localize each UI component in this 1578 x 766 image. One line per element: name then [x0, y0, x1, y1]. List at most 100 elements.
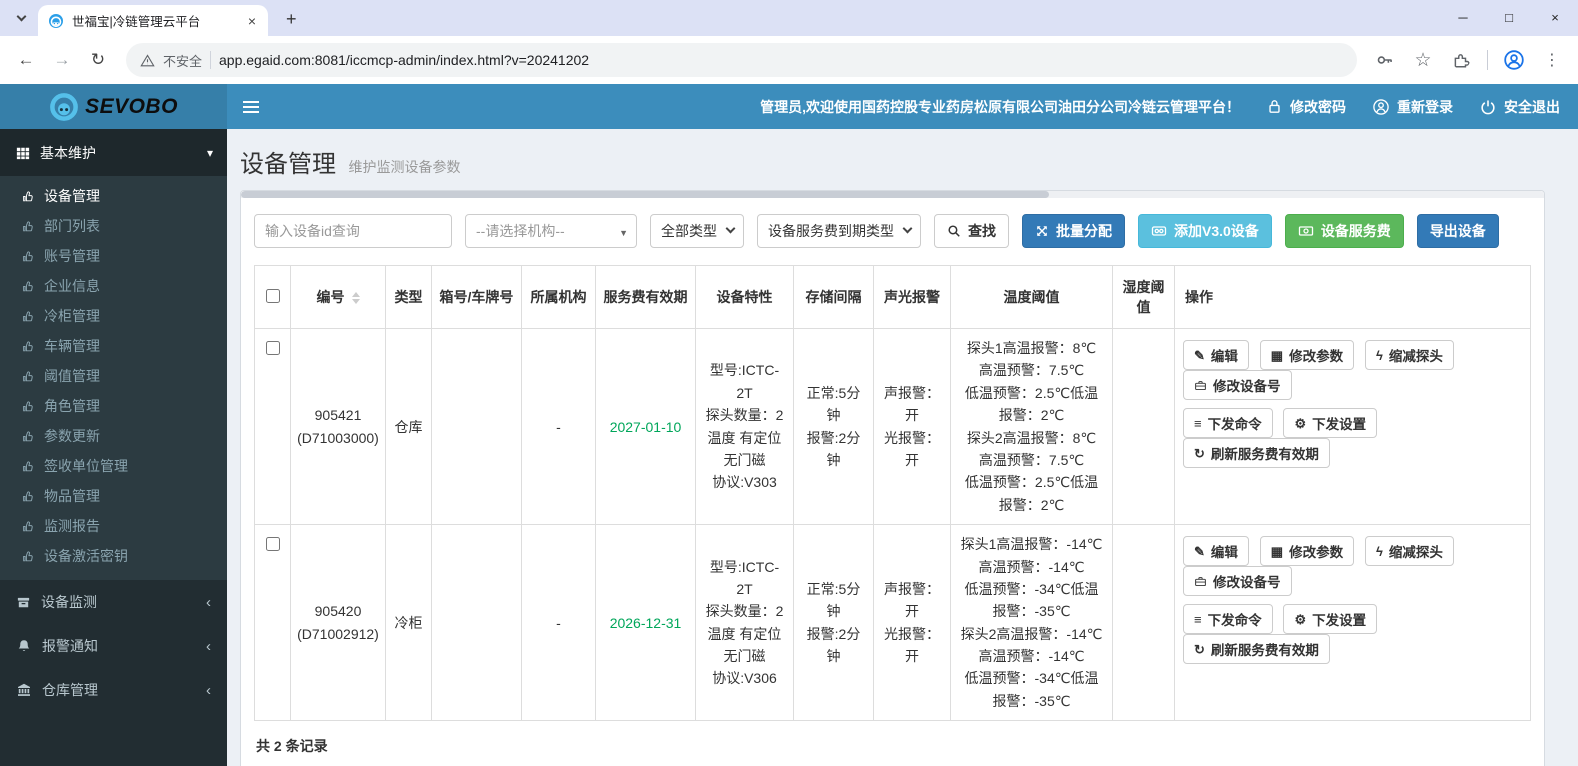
relogin-button[interactable]: 重新登录 [1372, 97, 1453, 117]
browser-tab[interactable]: 世福宝|冷链管理云平台 × [38, 5, 268, 36]
sidebar-group-warehouse-management[interactable]: 仓库管理 ‹ [0, 668, 227, 712]
content-header: 设备管理 维护监测设备参数 [227, 129, 1578, 190]
sidebar-section-basic-maintenance[interactable]: 基本维护 ▾ [0, 129, 227, 176]
sidebar-item-freezer-management[interactable]: 冷柜管理 [0, 301, 227, 331]
app-logo[interactable]: SEVOBO [0, 84, 227, 129]
edit-button[interactable]: ✎ 编辑 [1183, 536, 1249, 567]
export-device-button[interactable]: 导出设备 [1416, 214, 1499, 248]
sidebar: 基本维护 ▾ 设备管理 部门列表 账号管理 企业信息 冷柜管理 车辆管理 阈值管… [0, 129, 227, 766]
service-fee-type-select[interactable]: 设备服务费到期类型 [757, 214, 921, 248]
reload-icon[interactable]: ↻ [82, 44, 114, 76]
send-settings-button[interactable]: ⚙ 下发设置 [1283, 408, 1378, 438]
thumbs-up-icon [21, 549, 35, 563]
lock-icon [1266, 98, 1283, 115]
org-select[interactable]: --请选择机构-- ▼ [465, 214, 637, 248]
add-v3-device-button[interactable]: 添加V3.0设备 [1138, 214, 1272, 248]
sidebar-group-alarm-notification[interactable]: 报警通知 ‹ [0, 624, 227, 668]
sidebar-item-receiving-unit[interactable]: 签收单位管理 [0, 451, 227, 481]
relogin-label: 重新登录 [1397, 98, 1453, 115]
sidebar-item-role-management[interactable]: 角色管理 [0, 391, 227, 421]
tab-close-icon[interactable]: × [244, 13, 260, 29]
sidebar-item-enterprise-info[interactable]: 企业信息 [0, 271, 227, 301]
sidebar-item-activation-key[interactable]: 设备激活密钥 [0, 541, 227, 571]
org-select-value: --请选择机构-- [476, 223, 565, 239]
chevron-down-icon [902, 223, 913, 234]
change-password-button[interactable]: 修改密码 [1266, 97, 1346, 117]
modify-device-no-button[interactable]: 修改设备号 [1183, 370, 1292, 400]
sidebar-group-device-monitoring[interactable]: 设备监测 ‹ [0, 580, 227, 624]
window-close-icon[interactable]: × [1532, 0, 1578, 34]
browser-menu-kebab-icon[interactable]: ⋮ [1536, 44, 1568, 76]
refresh-service-fee-button[interactable]: ↻ 刷新服务费有效期 [1183, 634, 1330, 665]
cell-fee-valid: 2026-12-31 [595, 524, 696, 722]
bookmark-star-icon[interactable]: ☆ [1407, 44, 1439, 76]
select-all-checkbox[interactable] [265, 288, 280, 303]
sidebar-toggle-hamburger-icon[interactable] [227, 100, 275, 113]
sidebar-item-monitoring-report[interactable]: 监测报告 [0, 511, 227, 541]
modify-params-button[interactable]: ▦ 修改参数 [1259, 536, 1355, 567]
briefcase-icon [1194, 379, 1207, 392]
column-header-fee-valid: 服务费有效期 [595, 265, 696, 329]
profile-avatar-icon[interactable] [1498, 44, 1530, 76]
pencil-icon: ✎ [1194, 347, 1205, 363]
modify-device-no-button[interactable]: 修改设备号 [1183, 566, 1292, 597]
window-minimize-icon[interactable]: ─ [1440, 0, 1486, 34]
modify-params-button[interactable]: ▦ 修改参数 [1259, 340, 1355, 370]
cell-type: 冷柜 [385, 524, 432, 722]
sidebar-item-goods-management[interactable]: 物品管理 [0, 481, 227, 511]
column-header-id[interactable]: 编号 [290, 265, 386, 329]
extensions-puzzle-icon[interactable] [1445, 44, 1477, 76]
page-subtitle: 维护监测设备参数 [348, 159, 461, 175]
security-label[interactable]: 不安全 [163, 51, 202, 70]
url-text[interactable]: app.egaid.com:8081/iccmcp-admin/index.ht… [219, 52, 589, 68]
sidebar-item-vehicle-management[interactable]: 车辆管理 [0, 331, 227, 361]
horizontal-scrollbar-thumb[interactable] [241, 191, 1049, 198]
brand-name: SEVOBO [85, 94, 178, 118]
edit-button[interactable]: ✎ 编辑 [1183, 340, 1249, 370]
column-header-humidity-threshold: 湿度阈值 [1112, 265, 1175, 329]
reduce-probe-button[interactable]: ϟ 缩减探头 [1364, 340, 1454, 370]
cell-org: - [521, 327, 596, 526]
row-checkbox[interactable] [265, 537, 280, 552]
welcome-message: 管理员,欢迎使用国药控股专业药房松原有限公司油田分公司冷链云管理平台！ [760, 98, 1240, 115]
sidebar-item-threshold-management[interactable]: 阈值管理 [0, 361, 227, 391]
type-select[interactable]: 全部类型 [650, 214, 744, 248]
toolbar-divider [1487, 50, 1488, 70]
device-id-search-input[interactable] [254, 214, 452, 248]
cell-type: 仓库 [385, 327, 432, 526]
device-service-fee-button[interactable]: 设备服务费 [1284, 214, 1404, 248]
sidebar-item-label: 物品管理 [44, 488, 100, 504]
window-maximize-icon[interactable]: □ [1486, 0, 1532, 34]
new-tab-button[interactable]: + [278, 9, 305, 30]
cell-operations: ✎ 编辑 ▦ 修改参数 ϟ 缩减探头 修改设备号 ≡ 下发命令 ⚙ 下发设置 ↻ 刷新服务费… [1174, 327, 1531, 526]
sidebar-item-department-list[interactable]: 部门列表 [0, 211, 227, 241]
browser-toolbar: ← → ↻ 不安全 app.egaid.com:8081/iccmcp-admi… [0, 36, 1578, 84]
row-checkbox[interactable] [265, 341, 280, 355]
forward-icon[interactable]: → [46, 44, 78, 76]
address-bar[interactable]: 不安全 app.egaid.com:8081/iccmcp-admin/inde… [126, 43, 1357, 77]
grid-icon [16, 146, 30, 160]
cell-temp-threshold: 探头1高温报警：8℃ 高温预警：7.5℃ 低温预警：2.5℃低温 报警：2℃ 探… [950, 327, 1113, 526]
sort-icon[interactable] [351, 292, 360, 305]
logout-button[interactable]: 安全退出 [1479, 97, 1560, 117]
send-settings-button[interactable]: ⚙ 下发设置 [1283, 604, 1378, 635]
tab-search-chevron[interactable] [8, 5, 34, 31]
send-command-button[interactable]: ≡ 下发命令 [1183, 408, 1273, 438]
back-icon[interactable]: ← [10, 44, 42, 76]
send-command-button[interactable]: ≡ 下发命令 [1183, 604, 1273, 635]
filter-toolbar: --请选择机构-- ▼ 全部类型 设备服务费到期类型 查找 [254, 214, 1531, 248]
page-title: 设备管理 [240, 151, 336, 178]
cell-features: 型号:ICTC- 2T 探头数量：2 温度 有定位 无门磁 协议:V306 [695, 524, 794, 722]
sidebar-item-parameter-update[interactable]: 参数更新 [0, 421, 227, 451]
sidebar-item-account-management[interactable]: 账号管理 [0, 241, 227, 271]
batch-assign-button[interactable]: 批量分配 [1022, 214, 1125, 248]
sidebar-item-device-management[interactable]: 设备管理 [0, 181, 227, 211]
omnibox-divider [210, 51, 212, 69]
horizontal-scrollbar-track [241, 191, 1544, 198]
money-icon [1298, 223, 1314, 239]
password-key-icon[interactable] [1369, 44, 1401, 76]
search-button[interactable]: 查找 [934, 214, 1009, 248]
reduce-probe-button[interactable]: ϟ 缩减探头 [1364, 536, 1454, 567]
chevron-left-icon: ‹ [206, 637, 211, 655]
refresh-service-fee-button[interactable]: ↻ 刷新服务费有效期 [1183, 438, 1330, 468]
